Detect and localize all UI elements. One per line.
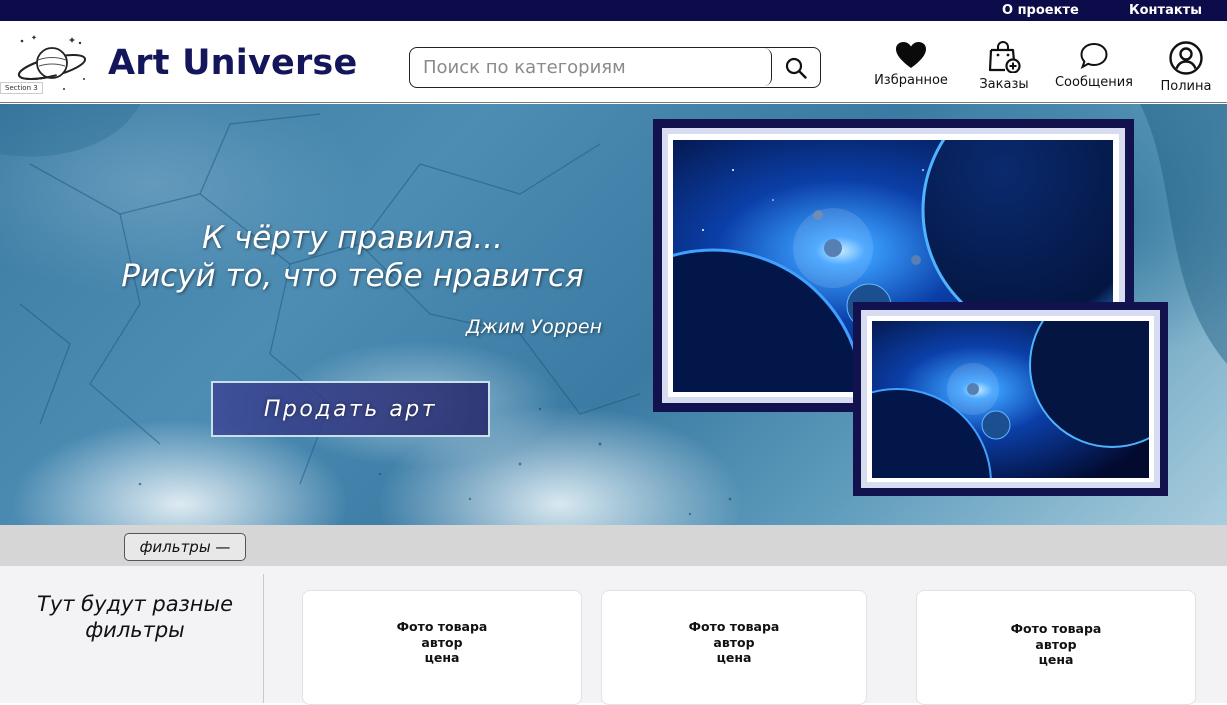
brand-title[interactable]: Art Universe [108, 43, 357, 83]
heart-icon [896, 42, 926, 68]
product-card[interactable]: Фото товара автор цена [302, 590, 582, 705]
product-price-label: цена [424, 650, 460, 665]
product-photo-label: Фото товара [396, 619, 488, 634]
chat-bubble-icon [1080, 42, 1108, 70]
search-box [409, 47, 821, 88]
catalog-section: Тут будут разные фильтры Фото товара авт… [0, 566, 1227, 705]
quote-line-2: Рисуй то, что тебе нравится [121, 258, 584, 294]
favorites-nav[interactable]: Избранное [866, 41, 956, 101]
orders-nav[interactable]: Заказы [974, 41, 1034, 101]
sidebar-divider [263, 574, 264, 703]
product-author-label: автор [421, 634, 463, 650]
section-tag: Section 3 [0, 82, 43, 94]
product-photo-label: Фото товара [688, 619, 780, 634]
favorites-label: Избранное [874, 73, 948, 88]
messages-nav[interactable]: Сообщения [1050, 41, 1138, 101]
quote-author: Джим Уоррен [465, 316, 602, 338]
product-card[interactable]: Фото товара автор цена [601, 590, 867, 705]
quote-line-1: К чёрту правила... [202, 220, 503, 256]
sell-art-button[interactable]: Продать арт [211, 381, 490, 437]
hero-banner: К чёрту правила... Рисуй то, что тебе нр… [0, 104, 1227, 525]
product-author-label: автор [1035, 636, 1077, 652]
product-price-label: цена [1038, 652, 1074, 667]
search-icon [785, 57, 807, 79]
contacts-link[interactable]: Контакты [1129, 3, 1202, 18]
hero-quote: К чёрту правила... Рисуй то, что тебе нр… [60, 219, 645, 295]
about-link[interactable]: О проекте [1002, 3, 1079, 18]
product-author-label: автор [713, 634, 755, 650]
product-card[interactable]: Фото товара автор цена [916, 590, 1196, 705]
filters-placeholder-text: Тут будут разные фильтры [37, 592, 233, 642]
user-icon [1169, 41, 1203, 75]
framed-artwork-small [853, 302, 1168, 496]
product-price-label: цена [716, 650, 752, 665]
top-bar: О проекте Контакты [0, 0, 1227, 21]
shopping-bag-plus-icon [988, 41, 1021, 73]
profile-label: Полина [1160, 79, 1212, 94]
search-input[interactable] [410, 48, 772, 86]
filters-toggle-button[interactable]: фильтры — [124, 533, 246, 561]
orders-label: Заказы [979, 77, 1029, 92]
product-photo-label: Фото товара [1010, 621, 1102, 636]
site-header: Section 3 Art Universe Избранное Заказы [0, 21, 1227, 103]
space-artwork-image [872, 321, 1149, 478]
messages-label: Сообщения [1054, 75, 1133, 90]
filter-bar: фильтры — [0, 525, 1227, 566]
profile-nav[interactable]: Полина [1154, 41, 1218, 101]
search-button[interactable] [776, 51, 816, 85]
